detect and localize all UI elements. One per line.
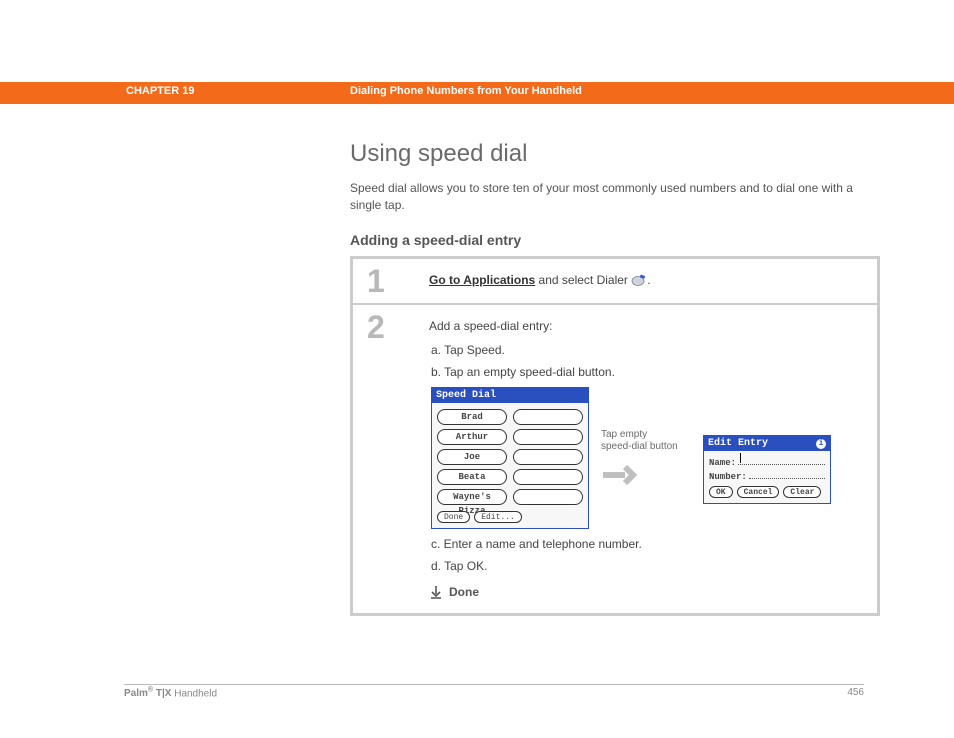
page-title: Using speed dial: [350, 140, 880, 168]
name-label: Name:: [709, 458, 736, 468]
speed-dial-entry[interactable]: Arthur: [437, 429, 507, 445]
edit-entry-title: Edit Entry i: [704, 436, 830, 451]
arrow-right-icon: [601, 463, 639, 487]
done-label: Done: [449, 585, 479, 599]
edit-entry-screenshot: Edit Entry i Name: Number:: [703, 435, 831, 504]
speed-dial-screenshot: Speed Dial Brad Arthur Joe Beata: [431, 387, 589, 529]
steps-container: 1 Go to Applications and select Dialer .…: [350, 256, 880, 616]
footer-product: Palm® T|X Handheld: [124, 687, 217, 699]
step-number: 1: [353, 259, 423, 303]
callout-text: Tap empty speed-dial button: [601, 429, 691, 453]
speed-dial-done-button[interactable]: Done: [437, 511, 470, 523]
speed-dial-empty[interactable]: [513, 469, 583, 485]
step1-text: and select Dialer: [535, 273, 631, 287]
done-row: Done: [429, 585, 861, 599]
speed-dial-empty[interactable]: [513, 489, 583, 505]
figure-area: Speed Dial Brad Arthur Joe Beata: [431, 387, 861, 529]
number-input[interactable]: [749, 469, 825, 479]
applications-link[interactable]: Go to Applications: [429, 273, 535, 287]
number-label: Number:: [709, 472, 747, 482]
step-1: 1 Go to Applications and select Dialer .: [353, 259, 877, 305]
speed-dial-entry[interactable]: Wayne's Pizza: [437, 489, 507, 505]
main-content: Using speed dial Speed dial allows you t…: [350, 140, 880, 616]
ok-button[interactable]: OK: [709, 486, 733, 498]
speed-dial-empty[interactable]: [513, 429, 583, 445]
speed-dial-entry[interactable]: Beata: [437, 469, 507, 485]
speed-dial-empty[interactable]: [513, 409, 583, 425]
step2-d: d. Tap OK.: [431, 559, 861, 573]
section-subtitle: Adding a speed-dial entry: [350, 232, 880, 248]
header-bar: CHAPTER 19 Dialing Phone Numbers from Yo…: [0, 82, 954, 104]
footer: Palm® T|X Handheld 456: [124, 684, 864, 699]
clear-button[interactable]: Clear: [783, 486, 821, 498]
step-body: Go to Applications and select Dialer .: [423, 259, 877, 303]
step1-period: .: [647, 273, 650, 287]
done-arrow-down-icon: [429, 585, 443, 599]
speed-dial-entry[interactable]: Joe: [437, 449, 507, 465]
name-input[interactable]: [738, 455, 825, 465]
info-icon[interactable]: i: [816, 439, 826, 449]
speed-dial-title: Speed Dial: [432, 388, 588, 403]
cancel-button[interactable]: Cancel: [737, 486, 780, 498]
step-number: 2: [353, 305, 423, 613]
speed-dial-empty[interactable]: [513, 449, 583, 465]
footer-page-number: 456: [847, 687, 864, 699]
step2-c: c. Enter a name and telephone number.: [431, 537, 861, 551]
step-body: Add a speed-dial entry: a. Tap Speed. b.…: [423, 305, 877, 613]
step2-lead: Add a speed-dial entry:: [429, 319, 861, 333]
speed-dial-edit-button[interactable]: Edit...: [474, 511, 522, 523]
header-chapter: CHAPTER 19: [126, 85, 194, 97]
header-title: Dialing Phone Numbers from Your Handheld: [350, 85, 582, 97]
step2-a: a. Tap Speed.: [431, 343, 861, 357]
step2-b: b. Tap an empty speed-dial button.: [431, 365, 861, 379]
step-2: 2 Add a speed-dial entry: a. Tap Speed. …: [353, 305, 877, 613]
dialer-icon: [631, 274, 647, 286]
intro-text: Speed dial allows you to store ten of yo…: [350, 180, 880, 214]
speed-dial-entry[interactable]: Brad: [437, 409, 507, 425]
